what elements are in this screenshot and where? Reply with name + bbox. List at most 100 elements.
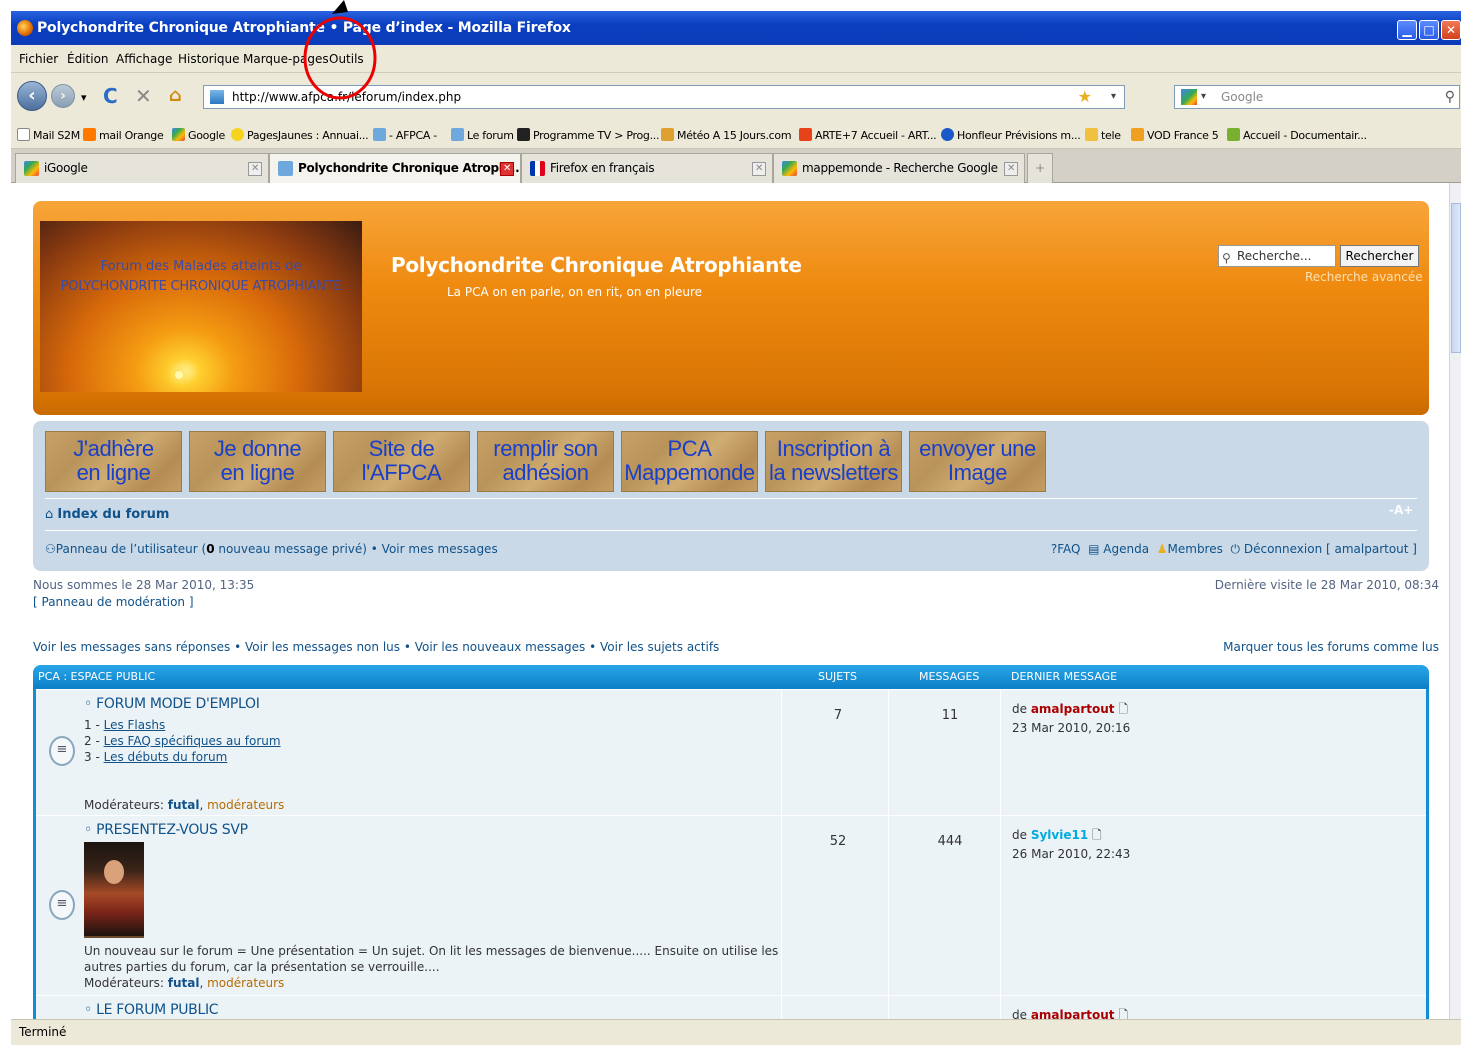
donate-online-button[interactable]: Je donne en ligne: [189, 431, 326, 492]
last-post-author[interactable]: amalpartout: [1031, 702, 1115, 716]
tab-mappemonde[interactable]: mappemonde - Recherche Google ✕: [773, 153, 1025, 183]
afpca-icon: [373, 128, 386, 141]
bookmark-item[interactable]: Mail S2M: [17, 128, 80, 142]
moderator-group-link[interactable]: modérateurs: [207, 976, 284, 990]
stop-icon[interactable]: ✕: [135, 85, 152, 107]
forum-search-button[interactable]: Rechercher: [1340, 245, 1419, 267]
join-online-button[interactable]: J'adhère en ligne: [45, 431, 182, 492]
font-size-toggle[interactable]: -A+: [1389, 503, 1413, 517]
url-dropdown-icon[interactable]: ▾: [1111, 86, 1116, 108]
reload-icon[interactable]: C: [103, 85, 118, 107]
mark-forums-read-link[interactable]: Marquer tous les forums comme lus: [1223, 640, 1439, 654]
last-post-author[interactable]: Sylvie11: [1031, 828, 1088, 842]
history-dropdown-icon[interactable]: ▾: [81, 87, 87, 109]
bookmark-item[interactable]: Honfleur Prévisions m...: [941, 128, 1081, 142]
cell-divider: [888, 996, 1000, 1019]
last-post-author[interactable]: amalpartout: [1031, 1008, 1115, 1019]
view-post-icon[interactable]: 🗋: [1092, 828, 1102, 842]
tab-close-icon[interactable]: ✕: [752, 162, 766, 176]
bookmark-item[interactable]: Programme TV > Prog...: [517, 128, 659, 142]
bookmark-item[interactable]: mail Orange: [83, 128, 164, 142]
forward-button[interactable]: ›: [51, 84, 75, 108]
forum-read-icon: ≡: [49, 890, 75, 920]
search-engine-dropdown-icon[interactable]: ▾: [1201, 86, 1206, 108]
moderator-link[interactable]: futal: [168, 976, 200, 990]
forum-search-input[interactable]: ⚲ Recherche...: [1218, 245, 1336, 267]
site-title: Polychondrite Chronique Atrophiante: [391, 253, 802, 277]
search-links[interactable]: Voir les messages sans réponses • Voir l…: [33, 640, 719, 654]
forum-title[interactable]: ◦ FORUM MODE D'EMPLOI: [84, 696, 260, 712]
newsletter-button[interactable]: Inscription à la newsletters: [765, 431, 902, 492]
bookmark-item[interactable]: - AFPCA -: [373, 128, 437, 142]
view-post-icon[interactable]: 🗋: [1118, 1008, 1128, 1019]
advanced-search-link[interactable]: Recherche avancée: [1305, 270, 1423, 284]
window-title: Polychondrite Chronique Atrophiante • Pa…: [37, 20, 571, 36]
agenda-icon: ▤: [1088, 542, 1100, 556]
logout-link[interactable]: ⏻ Déconnexion [ amalpartout ]: [1227, 542, 1417, 556]
tab-close-icon[interactable]: ✕: [248, 162, 262, 176]
menu-marque-pages[interactable]: Marque-pages: [243, 52, 329, 66]
tab-firefox-fr[interactable]: Firefox en français ✕: [521, 153, 773, 183]
members-link[interactable]: ♟Membres: [1153, 542, 1223, 556]
pagesjaunes-icon: [231, 128, 244, 141]
close-button[interactable]: ✕: [1441, 20, 1461, 40]
faq-link[interactable]: ?FAQ: [1051, 542, 1081, 556]
site-logo[interactable]: Forum des Malades atteints de POLYCHONDR…: [40, 221, 362, 392]
view-post-icon[interactable]: 🗋: [1118, 702, 1128, 716]
minimize-button[interactable]: ▁: [1397, 20, 1417, 40]
maximize-button[interactable]: □: [1419, 20, 1439, 40]
bookmark-item[interactable]: Google: [172, 128, 225, 142]
google-icon: [172, 128, 185, 141]
subforum-link[interactable]: 2 - Les FAQ spécifiques au forum: [84, 734, 281, 748]
user-control-panel-link[interactable]: ⚇Panneau de l’utilisateur (0 nouveau mes…: [45, 542, 498, 556]
bookmark-item[interactable]: Le forum: [451, 128, 514, 142]
google-icon[interactable]: [1181, 89, 1197, 105]
bookmark-item[interactable]: Accueil - Documentair...: [1227, 128, 1367, 142]
afpca-site-button[interactable]: Site de l'AFPCA: [333, 431, 470, 492]
tab-igoogle[interactable]: iGoogle ✕: [15, 153, 269, 183]
page-icon: [17, 128, 30, 141]
address-bar[interactable]: http://www.afpca.fr/leforum/index.php ★ …: [203, 85, 1125, 109]
arte-icon: [799, 128, 812, 141]
vertical-scrollbar[interactable]: [1449, 183, 1461, 1019]
menu-fichier[interactable]: Fichier: [19, 52, 58, 66]
menu-historique[interactable]: Historique: [178, 52, 240, 66]
logo-line2: POLYCHONDRITE CHRONIQUE ATROPHIANTE: [60, 279, 342, 294]
tv-icon: [517, 128, 530, 141]
site-header: Forum des Malades atteints de POLYCHONDR…: [33, 201, 1429, 415]
home-icon[interactable]: ⌂: [169, 85, 182, 107]
breadcrumb-index[interactable]: ⌂ Index du forum: [45, 507, 169, 522]
bookmark-item[interactable]: tele: [1085, 128, 1121, 142]
subforum-link[interactable]: 1 - Les Flashs: [84, 718, 165, 732]
send-image-button[interactable]: envoyer une Image: [909, 431, 1046, 492]
search-icon[interactable]: ⚲: [1445, 86, 1455, 108]
forum-title[interactable]: ◦ PRESENTEZ-VOUS SVP: [84, 822, 248, 838]
subforum-link[interactable]: 3 - Les débuts du forum: [84, 750, 227, 764]
search-engine-box[interactable]: ▾ Google ⚲: [1174, 85, 1460, 109]
moderator-link[interactable]: futal: [168, 798, 200, 812]
bookmark-star-icon[interactable]: ★: [1078, 86, 1092, 108]
new-tab-button[interactable]: +: [1027, 153, 1053, 183]
pca-world-map-button[interactable]: PCA Mappemonde: [621, 431, 758, 492]
window-title-bar: Polychondrite Chronique Atrophiante • Pa…: [11, 11, 1461, 45]
tab-polychondrite[interactable]: Polychondrite Chronique Atrophi... ✕: [269, 153, 521, 183]
bookmark-item[interactable]: PagesJaunes : Annuai...: [231, 128, 369, 142]
forum-image: [84, 842, 144, 938]
fill-membership-button[interactable]: remplir son adhésion: [477, 431, 614, 492]
cell-divider: [781, 996, 888, 1019]
bookmark-item[interactable]: VOD France 5: [1131, 128, 1219, 142]
menu-affichage[interactable]: Affichage: [116, 52, 172, 66]
tab-close-icon[interactable]: ✕: [500, 162, 514, 176]
menu-edition[interactable]: Édition: [67, 52, 109, 66]
forum-title[interactable]: ◦ LE FORUM PUBLIC: [84, 1002, 219, 1018]
menu-outils[interactable]: Outils: [329, 52, 364, 66]
agenda-link[interactable]: ▤ Agenda: [1084, 542, 1149, 556]
category-title[interactable]: PCA : ESPACE PUBLIC: [38, 665, 155, 689]
tab-close-icon[interactable]: ✕: [1004, 162, 1018, 176]
scrollbar-thumb[interactable]: [1451, 203, 1461, 353]
bookmark-item[interactable]: Météo A 15 Jours.com: [661, 128, 792, 142]
back-button[interactable]: ‹: [17, 81, 47, 111]
moderator-group-link[interactable]: modérateurs: [207, 798, 284, 812]
moderation-panel-link[interactable]: [ Panneau de modération ]: [33, 595, 194, 609]
bookmark-item[interactable]: ARTE+7 Accueil - ART...: [799, 128, 937, 142]
